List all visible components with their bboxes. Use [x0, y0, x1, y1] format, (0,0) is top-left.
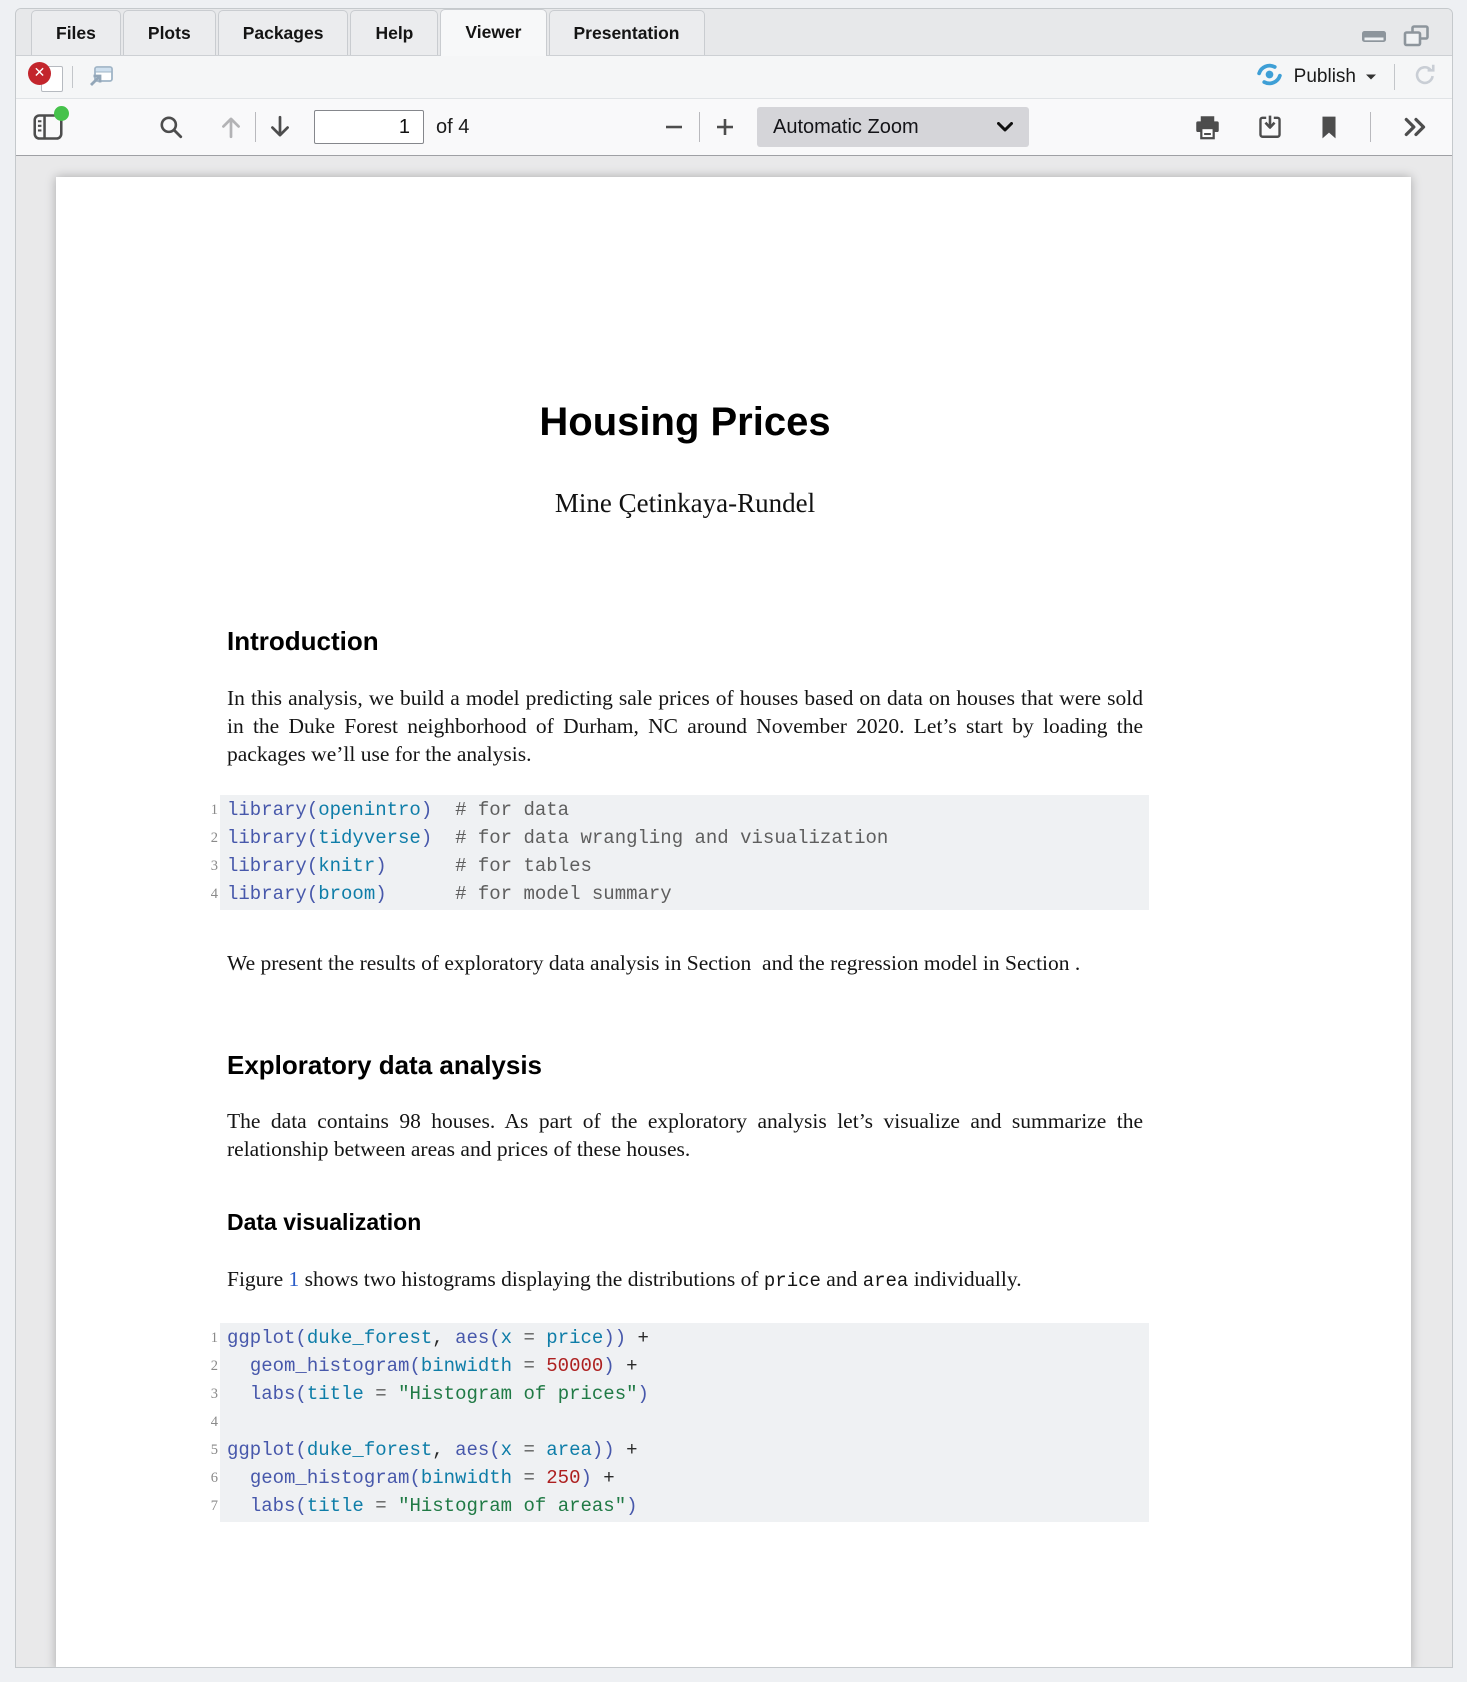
caret-down-icon[interactable] [1365, 68, 1377, 86]
section-heading-introduction: Introduction [227, 626, 1143, 657]
document-author: Mine Çetinkaya-Rundel [227, 488, 1143, 519]
arrow-down-icon[interactable] [262, 109, 298, 145]
double-chevron-icon[interactable] [1398, 109, 1434, 145]
publish-button[interactable]: Publish [1294, 66, 1356, 88]
sidebar-badge [54, 106, 69, 121]
inline-code: price [764, 1270, 821, 1292]
viewer-pane: Files Plots Packages Help Viewer Present… [15, 8, 1453, 1668]
line-number: 2 [196, 824, 218, 852]
minimize-icon[interactable] [1361, 30, 1387, 48]
page-number-input[interactable] [314, 110, 424, 144]
zoom-in-icon[interactable] [707, 109, 743, 145]
code-line: 4library(broom) # for model summary [227, 880, 1149, 908]
viewer-toolbar-right: Publish [1256, 62, 1440, 93]
tab-viewer[interactable]: Viewer [440, 9, 546, 56]
sidebar-toggle-icon[interactable] [30, 109, 66, 145]
tab-help[interactable]: Help [350, 10, 438, 55]
line-number: 4 [196, 1408, 218, 1436]
red-x-badge: ✕ [28, 62, 51, 85]
pdf-page: Housing Prices Mine Çetinkaya-Rundel Int… [56, 177, 1411, 1668]
tab-plots[interactable]: Plots [123, 10, 216, 55]
popout-icon[interactable] [87, 62, 115, 92]
line-number: 6 [196, 1464, 218, 1492]
code-line: 3 labs(title = "Histogram of prices") [227, 1380, 1149, 1408]
paragraph-figure: Figure 1 shows two histograms displaying… [227, 1265, 1143, 1295]
save-icon[interactable] [1252, 109, 1288, 145]
tab-packages[interactable]: Packages [218, 10, 349, 55]
inline-code: area [863, 1270, 909, 1292]
toolbar-separator [255, 112, 256, 142]
document-title: Housing Prices [227, 400, 1143, 445]
toolbar-separator [72, 66, 73, 88]
chevron-down-icon [997, 122, 1013, 132]
pdf-toolbar-right [1189, 99, 1434, 155]
code-line: 3library(knitr) # for tables [227, 852, 1149, 880]
line-number: 7 [196, 1492, 218, 1520]
zoom-select[interactable]: Automatic Zoom [757, 107, 1029, 147]
code-block-ggplot: 1ggplot(duke_forest, aes(x = price)) +2 … [220, 1323, 1149, 1522]
page-count-label: of 4 [436, 116, 469, 139]
line-number: 5 [196, 1436, 218, 1464]
code-line: 6 geom_histogram(binwidth = 250) + [227, 1464, 1149, 1492]
paragraph-eda: The data contains 98 houses. As part of … [227, 1107, 1143, 1163]
reload-icon[interactable] [1412, 62, 1438, 93]
print-icon[interactable] [1189, 109, 1225, 145]
paragraph-sections: We present the results of exploratory da… [227, 949, 1143, 977]
restore-icon[interactable] [1403, 25, 1430, 52]
zoom-select-value: Automatic Zoom [773, 116, 919, 139]
stop-icon[interactable]: ✕ [28, 62, 64, 92]
pane-tabstrip: Files Plots Packages Help Viewer Present… [16, 9, 1452, 56]
paragraph-introduction: In this analysis, we build a model predi… [227, 684, 1143, 768]
line-number: 1 [196, 796, 218, 824]
toolbar-separator [1370, 112, 1371, 142]
line-number: 3 [196, 1380, 218, 1408]
publish-icon [1256, 63, 1283, 91]
arrow-up-icon[interactable] [213, 109, 249, 145]
search-icon[interactable] [153, 109, 189, 145]
code-line: 2 geom_histogram(binwidth = 50000) + [227, 1352, 1149, 1380]
code-line: 2library(tidyverse) # for data wrangling… [227, 824, 1149, 852]
tab-presentation[interactable]: Presentation [549, 10, 705, 55]
pdf-viewer-area[interactable]: Housing Prices Mine Çetinkaya-Rundel Int… [16, 156, 1452, 1668]
tab-files[interactable]: Files [31, 10, 121, 55]
code-line: 4 [227, 1408, 1149, 1436]
code-line: 7 labs(title = "Histogram of areas") [227, 1492, 1149, 1520]
line-number: 2 [196, 1352, 218, 1380]
subsection-heading-data-visualization: Data visualization [227, 1209, 1143, 1236]
code-line: 1ggplot(duke_forest, aes(x = price)) + [227, 1324, 1149, 1352]
bookmark-icon[interactable] [1315, 109, 1343, 145]
code-line: 1library(openintro) # for data [227, 796, 1149, 824]
toolbar-separator [1394, 64, 1395, 90]
line-number: 4 [196, 880, 218, 908]
line-number: 1 [196, 1324, 218, 1352]
zoom-out-icon[interactable] [656, 109, 692, 145]
zoom-controls: Automatic Zoom [656, 99, 1029, 155]
figure-reference-link[interactable]: 1 [289, 1267, 300, 1291]
viewer-toolbar: ✕ Publish [16, 56, 1452, 99]
code-block-libraries: 1library(openintro) # for data2library(t… [220, 795, 1149, 910]
window-controls [1361, 25, 1430, 52]
code-line: 5ggplot(duke_forest, aes(x = area)) + [227, 1436, 1149, 1464]
toolbar-separator [699, 112, 700, 142]
pdf-toolbar: of 4 Automatic Zoom [16, 99, 1452, 156]
line-number: 3 [196, 852, 218, 880]
section-heading-eda: Exploratory data analysis [227, 1050, 1143, 1081]
